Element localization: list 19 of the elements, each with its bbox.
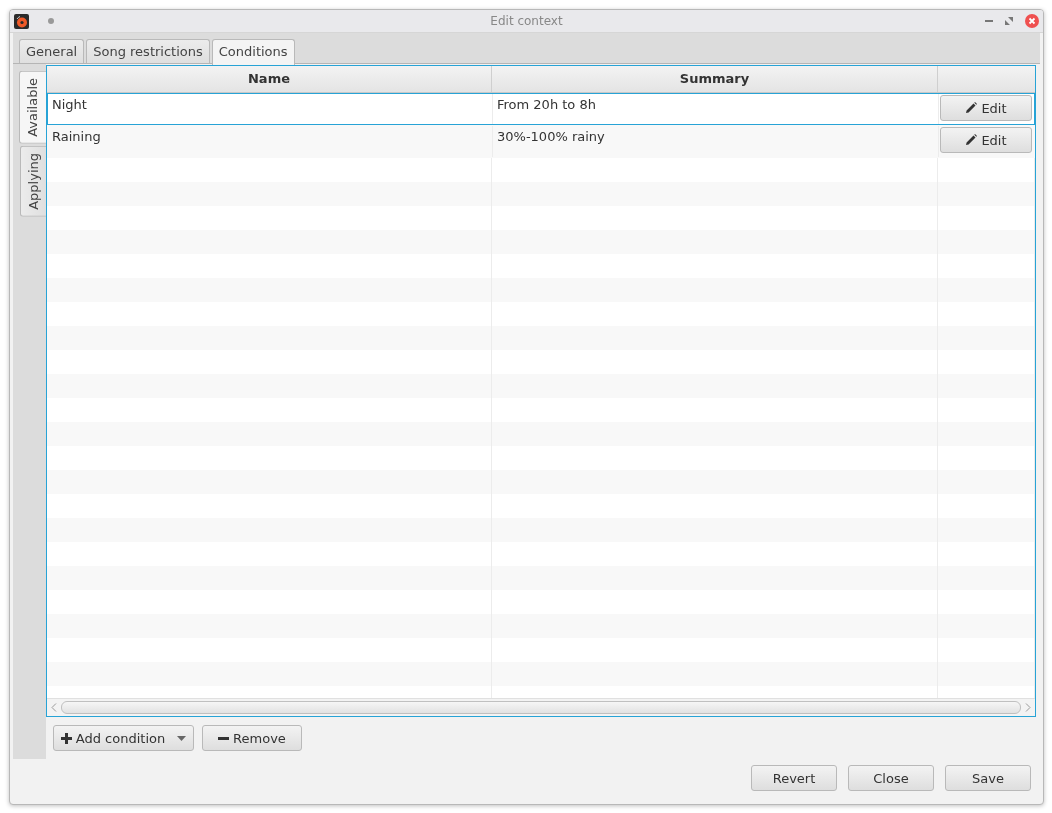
dialog-button[interactable]: Save (945, 765, 1031, 791)
table-cell: Raining (48, 126, 493, 157)
column-header[interactable]: Summary (492, 66, 938, 92)
dialog-button[interactable]: Revert (751, 765, 837, 791)
edit-button[interactable]: Edit (940, 95, 1032, 121)
dialog-button[interactable]: Close (848, 765, 934, 791)
column-header[interactable]: Name (47, 66, 492, 92)
tab[interactable]: Song restrictions (86, 39, 210, 63)
add-condition-button[interactable]: Add condition (53, 725, 194, 751)
table-cell: From 20h to 8h (493, 94, 939, 124)
side-tab[interactable]: Applying (20, 145, 46, 217)
table-cell: 30%-100% rainy (493, 126, 939, 157)
tab[interactable]: General (19, 39, 85, 63)
tab[interactable]: Conditions (211, 39, 295, 65)
remove-button[interactable]: Remove (202, 725, 302, 751)
side-tab[interactable]: Available (19, 71, 46, 144)
window-title: Edit context (490, 14, 563, 28)
edit-button[interactable]: Edit (940, 127, 1032, 153)
table-cell: Night (48, 94, 493, 124)
